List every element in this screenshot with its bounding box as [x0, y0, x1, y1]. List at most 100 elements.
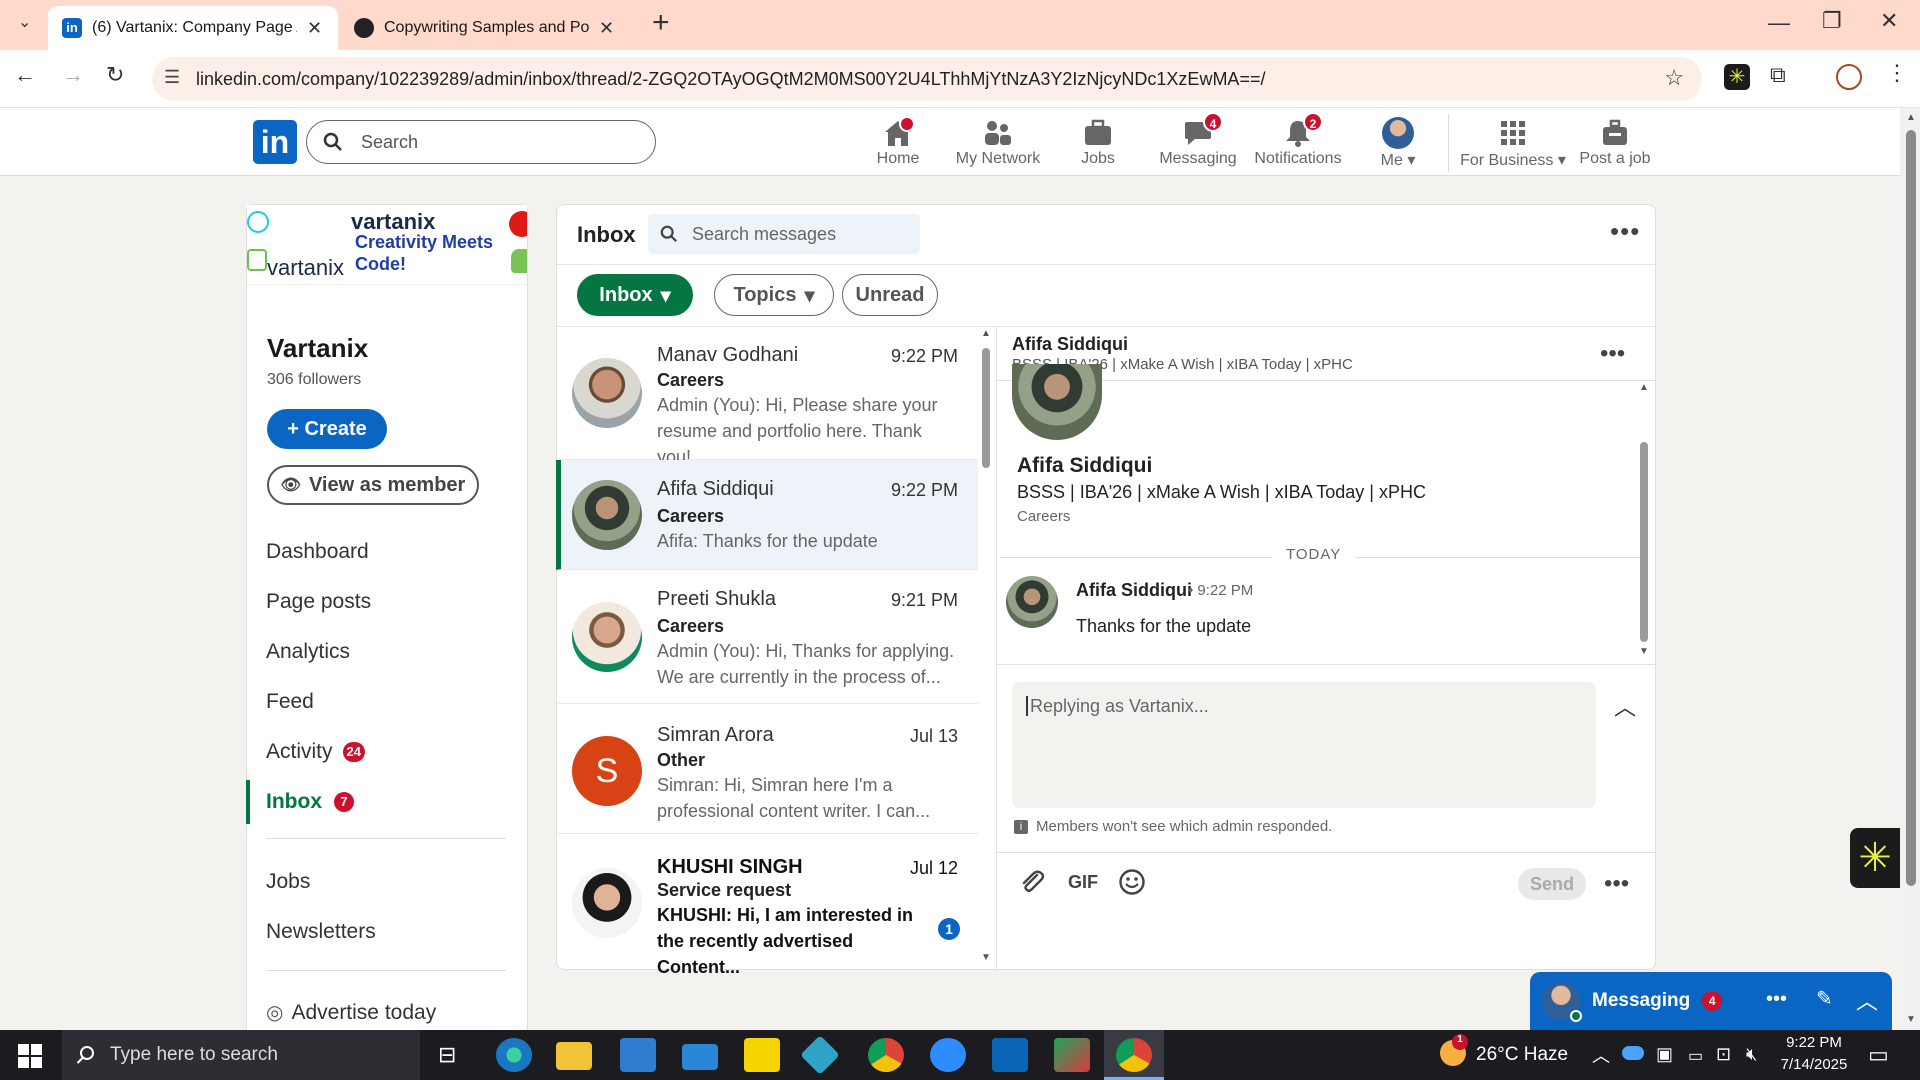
nav-notifications[interactable]: 2 Notifications [1243, 112, 1353, 168]
notification-center-icon[interactable]: ▭ [1868, 1042, 1889, 1068]
nav-my-network[interactable]: My Network [943, 116, 1053, 168]
sidebar-item-inbox[interactable]: Inbox 7 [266, 790, 354, 814]
messaging-overlay-bar[interactable]: Messaging 4 ••• ✎ ︿ [1530, 972, 1892, 1030]
volume-muted-icon[interactable]: 🔇︎ [1746, 1044, 1757, 1065]
scrollbar-thumb[interactable] [982, 348, 990, 468]
global-search-input[interactable]: Search [306, 120, 656, 164]
outlook-app-icon[interactable] [992, 1038, 1028, 1072]
onedrive-icon[interactable] [1622, 1046, 1644, 1060]
edge-app-icon[interactable] [496, 1038, 532, 1072]
sidebar-item-dashboard[interactable]: Dashboard [266, 540, 369, 564]
scroll-up-icon[interactable]: ▲ [981, 328, 991, 339]
sidebar-item-feed[interactable]: Feed [266, 690, 314, 714]
filter-topics-dropdown[interactable]: Topics ▾ [714, 274, 834, 316]
overlay-more-icon[interactable]: ••• [1766, 988, 1787, 1011]
tab-close-icon[interactable]: ✕ [307, 18, 322, 39]
zoom-app-icon[interactable] [930, 1038, 966, 1072]
conversation-list-scrollbar[interactable]: ▲ ▼ [980, 328, 992, 968]
thread-more-icon[interactable]: ••• [1600, 340, 1625, 368]
scroll-down-icon[interactable]: ▼ [1639, 646, 1649, 657]
browser-menu-icon[interactable]: ⋮ [1886, 60, 1908, 86]
weather-text[interactable]: 26°C Haze [1476, 1044, 1568, 1066]
tab-search-chevron-icon[interactable]: ⌄ [18, 12, 31, 32]
taskbar-search-input[interactable]: Type here to search [62, 1030, 420, 1080]
reload-icon[interactable]: ↻ [106, 62, 124, 88]
sidebar-item-analytics[interactable]: Analytics [266, 640, 350, 664]
sticky-notes-icon[interactable] [744, 1038, 780, 1072]
display-icon[interactable]: ⊡ [1716, 1044, 1731, 1065]
floating-extension-icon[interactable]: ✳ [1850, 828, 1900, 888]
thread-profile-name[interactable]: Afifa Siddiqui [1017, 454, 1152, 478]
nav-me[interactable]: Me ▾ [1343, 116, 1453, 170]
forward-icon[interactable]: → [62, 62, 84, 88]
chrome-app-icon[interactable] [868, 1038, 904, 1072]
linkedin-logo-icon[interactable]: in [253, 120, 297, 164]
collapse-chevron-icon[interactable]: ︿ [1856, 984, 1878, 1016]
scroll-down-icon[interactable]: ▼ [981, 952, 991, 963]
extension-icon[interactable]: ✳ [1724, 64, 1750, 90]
network-tray-icon[interactable]: ▣ [1656, 1044, 1673, 1065]
extensions-puzzle-icon[interactable]: ⧉ [1770, 62, 1786, 88]
messaging-overlay-badge: 4 [1702, 991, 1723, 1011]
profile-icon[interactable] [1836, 64, 1862, 90]
nav-for-business[interactable]: For Business ▾ [1458, 116, 1568, 170]
sidebar-item-jobs[interactable]: Jobs [266, 870, 310, 894]
sidebar-item-activity[interactable]: Activity 24 [266, 740, 365, 764]
show-hidden-icons-icon[interactable]: ︿ [1592, 1042, 1610, 1068]
bookmark-star-icon[interactable]: ☆ [1664, 65, 1684, 91]
app-icon[interactable] [1054, 1038, 1090, 1072]
page-scrollbar[interactable]: ▲ ▼ [1902, 108, 1920, 1030]
scrollbar-thumb[interactable] [1640, 442, 1648, 642]
nav-messaging[interactable]: 4 Messaging [1143, 112, 1253, 168]
thread-header-name[interactable]: Afifa Siddiqui [1012, 334, 1128, 355]
advertise-today-link[interactable]: ◎ Advertise today [266, 1000, 436, 1025]
site-info-icon[interactable]: ☰ [164, 67, 180, 88]
reply-textarea[interactable]: Replying as Vartanix... [1012, 682, 1596, 808]
sidebar-item-page-posts[interactable]: Page posts [266, 590, 371, 614]
message-sender-name[interactable]: Afifa Siddiqui [1076, 580, 1192, 601]
new-tab-button[interactable]: + [652, 6, 670, 40]
mail-app-icon[interactable] [682, 1044, 718, 1070]
window-close-icon[interactable]: ✕ [1880, 8, 1898, 34]
minimize-icon[interactable]: — [1768, 10, 1790, 36]
search-messages-input[interactable]: Search messages [648, 214, 920, 254]
active-taskbar-app[interactable] [1104, 1030, 1164, 1080]
gif-button[interactable]: GIF [1068, 872, 1098, 893]
search-icon [323, 132, 342, 151]
nav-home[interactable]: Home [843, 116, 953, 168]
composer-more-icon[interactable]: ••• [1604, 870, 1629, 898]
scroll-up-icon[interactable]: ▲ [1639, 382, 1649, 393]
nav-jobs[interactable]: Jobs [1043, 116, 1153, 168]
restore-icon[interactable]: ❐ [1822, 8, 1842, 34]
taskbar-clock[interactable]: 9:22 PM 7/14/2025 [1774, 1032, 1854, 1076]
address-bar[interactable]: ☰ linkedin.com/company/102239289/admin/i… [152, 57, 1702, 101]
scroll-down-icon[interactable]: ▼ [1906, 1014, 1916, 1025]
company-name[interactable]: Vartanix [267, 333, 368, 364]
task-view-icon[interactable]: ⊟ [438, 1042, 456, 1068]
filter-unread-button[interactable]: Unread [842, 274, 938, 316]
back-icon[interactable]: ← [14, 62, 36, 88]
filter-inbox-dropdown[interactable]: Inbox ▾ [577, 274, 693, 316]
nav-post-a-job[interactable]: Post a job [1560, 116, 1670, 168]
message-sender-avatar[interactable] [1006, 576, 1058, 628]
inbox-more-icon[interactable]: ••• [1610, 216, 1640, 247]
send-button[interactable]: Send [1518, 868, 1586, 900]
scrollbar-thumb[interactable] [1906, 130, 1916, 886]
thread-scrollbar[interactable]: ▲ ▼ [1638, 382, 1650, 662]
tab-close-icon[interactable]: ✕ [599, 18, 614, 39]
browser-tab[interactable]: Copywriting Samples and Portfo ✕ [340, 6, 630, 50]
file-explorer-icon[interactable] [556, 1042, 592, 1070]
banner-brand-secondary: vartanix [267, 255, 345, 280]
compose-icon[interactable]: ✎ [1816, 986, 1833, 1011]
browser-tab-active[interactable]: in (6) Vartanix: Company Page Adr ✕ [48, 6, 338, 50]
battery-icon[interactable]: ▭ [1688, 1046, 1703, 1066]
view-as-member-button[interactable]: 👁 View as member [267, 465, 479, 505]
windows-start-icon[interactable] [18, 1044, 42, 1068]
attachment-icon[interactable] [1018, 868, 1046, 896]
sidebar-item-newsletters[interactable]: Newsletters [266, 920, 376, 944]
store-app-icon[interactable] [620, 1038, 656, 1072]
emoji-icon[interactable] [1118, 868, 1146, 896]
create-button[interactable]: + Create [267, 409, 387, 449]
expand-composer-icon[interactable]: ︿ [1614, 690, 1636, 722]
scroll-up-icon[interactable]: ▲ [1906, 112, 1916, 123]
